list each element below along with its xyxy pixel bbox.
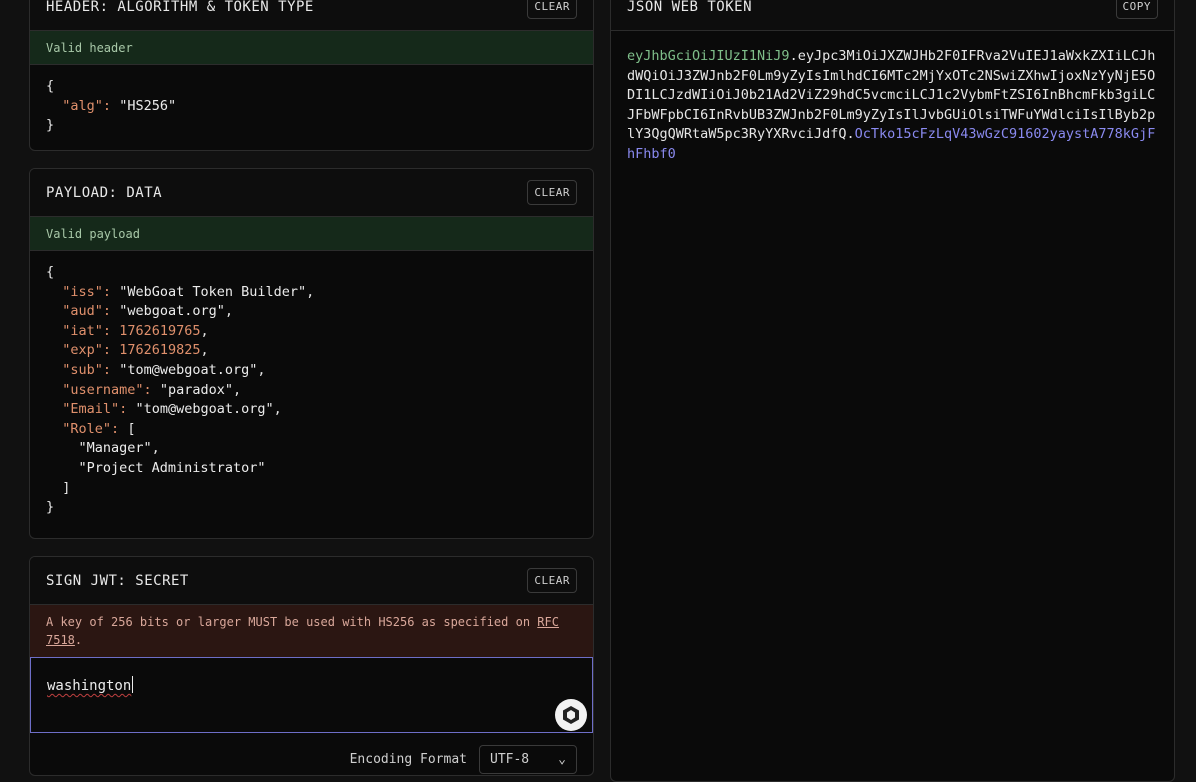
sign-clear-button[interactable]: CLEAR xyxy=(527,568,577,593)
json-key: "iat" xyxy=(62,322,103,339)
payload-panel-title: PAYLOAD: DATA xyxy=(46,184,163,201)
jwt-header-part: eyJhbGciOiJIUzI1NiJ9 xyxy=(627,48,790,64)
payload-panel: PAYLOAD: DATA CLEAR Valid payload { "iss… xyxy=(29,168,594,539)
payload-clear-button[interactable]: CLEAR xyxy=(527,180,577,205)
payload-status: Valid payload xyxy=(30,217,593,251)
header-panel: HEADER: ALGORITHM & TOKEN TYPE CLEAR Val… xyxy=(29,0,594,151)
sign-panel-title: SIGN JWT: SECRET xyxy=(46,572,189,589)
json-value: "WebGoat Token Builder" xyxy=(119,283,307,300)
json-value: "tom@webgoat.org" xyxy=(135,401,274,418)
json-value: 1762619765 xyxy=(119,322,201,339)
sign-panel: SIGN JWT: SECRET CLEAR A key of 256 bits… xyxy=(29,556,594,776)
payload-panel-head: PAYLOAD: DATA CLEAR xyxy=(30,169,593,217)
json-key: "Role" xyxy=(62,420,112,437)
header-editor[interactable]: { "alg": "HS256" } xyxy=(30,65,593,148)
json-key: "Email" xyxy=(62,401,120,418)
header-status: Valid header xyxy=(30,31,593,65)
encoded-token[interactable]: eyJhbGciOiJIUzI1NiJ9.eyJpc3MiOiJXZWJHb2F… xyxy=(611,31,1174,181)
secret-input[interactable]: washington xyxy=(30,657,593,733)
jwt-panel-head: JSON WEB TOKEN COPY xyxy=(611,0,1174,31)
jwt-panel: JSON WEB TOKEN COPY eyJhbGciOiJIUzI1NiJ9… xyxy=(610,0,1175,782)
encoding-row: Encoding Format UTF-8 ⌄ xyxy=(30,733,593,774)
jwt-dot: . xyxy=(846,126,855,143)
header-panel-title: HEADER: ALGORITHM & TOKEN TYPE xyxy=(46,0,314,15)
json-array-item: "Manager" xyxy=(78,440,152,457)
json-key: "alg" xyxy=(62,97,103,114)
json-key: "exp" xyxy=(62,342,103,359)
copy-button[interactable]: COPY xyxy=(1115,0,1158,19)
json-key: "aud" xyxy=(62,303,103,320)
header-clear-button[interactable]: CLEAR xyxy=(527,0,577,19)
jwt-panel-title: JSON WEB TOKEN xyxy=(627,0,753,15)
json-key: "username" xyxy=(62,381,144,398)
warning-suffix: . xyxy=(74,633,83,647)
payload-editor[interactable]: { "iss": "WebGoat Token Builder", "aud":… xyxy=(30,251,593,530)
json-value: "paradox" xyxy=(159,381,233,398)
encoding-label: Encoding Format xyxy=(349,752,467,767)
json-value: 1762619825 xyxy=(119,342,201,359)
secret-warning: A key of 256 bits or larger MUST be used… xyxy=(30,605,593,657)
secret-value: washington xyxy=(47,678,132,694)
json-value: "webgoat.org" xyxy=(119,303,225,320)
chevron-down-icon: ⌄ xyxy=(558,752,566,767)
encoding-value: UTF-8 xyxy=(490,752,530,767)
json-key: "sub" xyxy=(62,361,103,378)
sign-panel-head: SIGN JWT: SECRET CLEAR xyxy=(30,557,593,605)
encoding-select[interactable]: UTF-8 ⌄ xyxy=(479,745,577,774)
header-panel-head: HEADER: ALGORITHM & TOKEN TYPE CLEAR xyxy=(30,0,593,31)
json-value: "tom@webgoat.org" xyxy=(119,361,258,378)
text-caret xyxy=(132,676,134,693)
warning-text: A key of 256 bits or larger MUST be used… xyxy=(46,615,538,629)
jwt-dot: . xyxy=(789,48,798,64)
json-key: "iss" xyxy=(62,283,103,300)
json-array-item: "Project Administrator" xyxy=(78,459,266,476)
json-value: "HS256" xyxy=(119,97,177,114)
extension-badge-icon[interactable] xyxy=(555,699,587,731)
